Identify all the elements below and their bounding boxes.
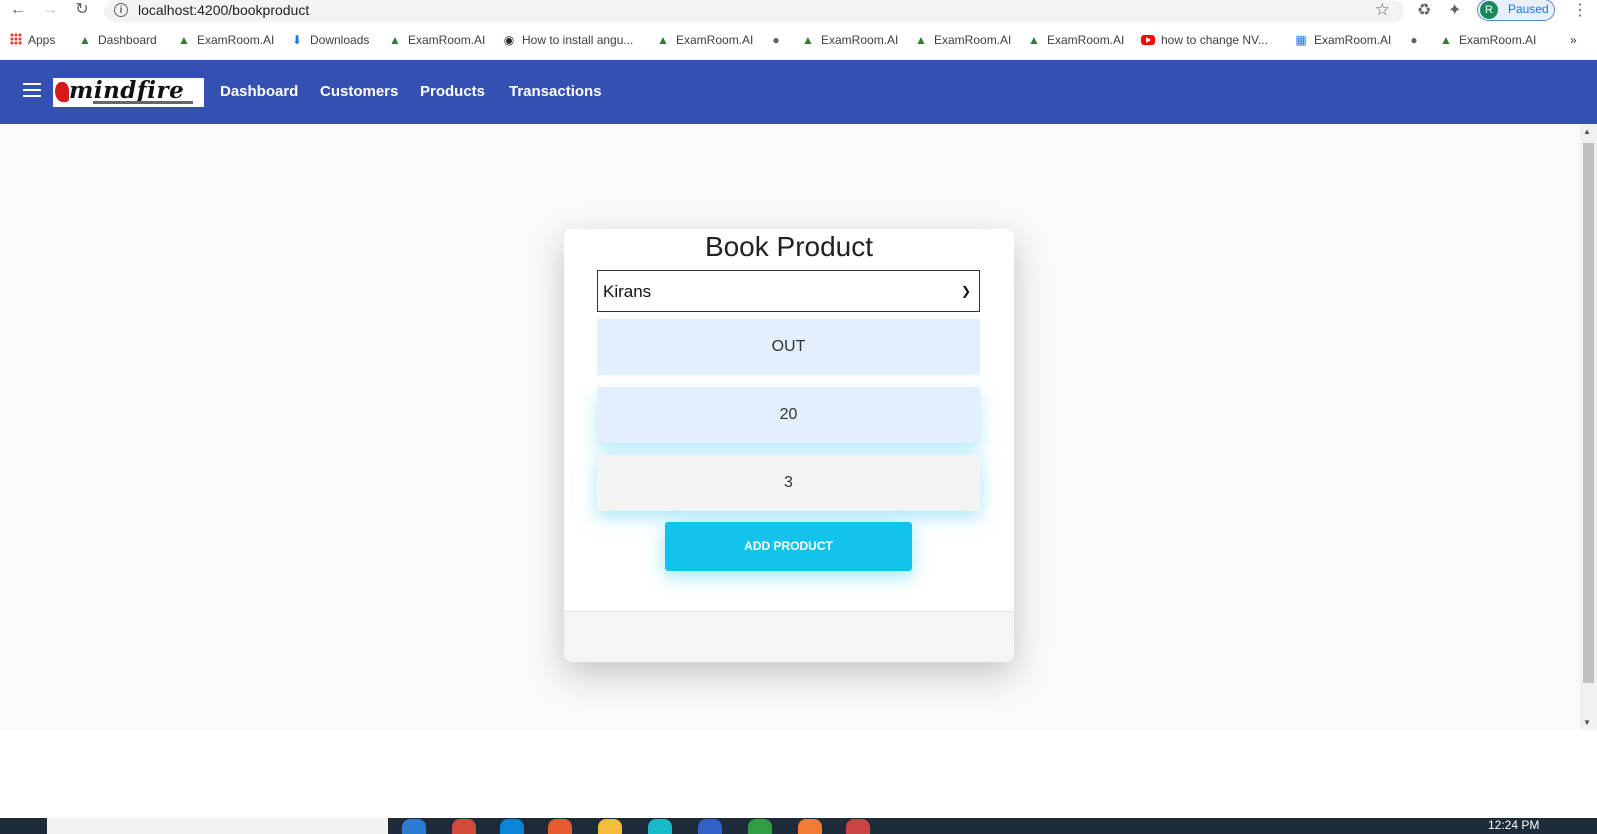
app-icon[interactable] <box>548 819 572 834</box>
youtube-icon <box>1141 35 1155 45</box>
chrome-icon[interactable] <box>452 819 476 834</box>
scroll-up-arrow-icon[interactable]: ▲ <box>1583 127 1591 136</box>
bookmark-apps[interactable]: Apps <box>10 33 55 47</box>
examroom-icon: ▦ <box>1295 33 1307 47</box>
nav-link-transactions[interactable]: Transactions <box>509 83 602 100</box>
taskbar-search-box[interactable] <box>47 818 388 834</box>
info-icon[interactable]: i <box>114 3 128 17</box>
app-icon[interactable] <box>698 819 722 834</box>
recycle-icon[interactable]: ♻ <box>1417 0 1431 20</box>
bookmark-downloads[interactable]: ⬇ Downloads <box>290 33 369 47</box>
nav-link-products[interactable]: Products <box>420 83 485 100</box>
bookmark-examroom[interactable]: ▲ ExamRoom.AI <box>388 33 485 47</box>
add-product-button[interactable]: ADD PRODUCT <box>665 522 912 571</box>
scrollbar-thumb[interactable] <box>1583 143 1594 683</box>
mindfire-logo[interactable]: mindfire <box>53 78 204 107</box>
app-icon[interactable] <box>798 819 822 834</box>
examroom-icon: ▲ <box>79 33 91 47</box>
globe-icon: ● <box>1410 33 1418 47</box>
bookmark-examroom[interactable]: ▲ ExamRoom.AI <box>1439 33 1536 47</box>
profile-status: Paused <box>1508 2 1549 16</box>
avatar: R <box>1480 1 1498 19</box>
address-bar-row: ← → ↻ i localhost:4200/bookproduct ☆ ♻ ✦… <box>0 0 1597 22</box>
nav-link-dashboard[interactable]: Dashboard <box>220 83 298 100</box>
card-footer <box>564 611 1014 662</box>
download-icon: ⬇ <box>291 33 303 47</box>
vscode-icon[interactable] <box>402 819 426 834</box>
bookmark-examroom[interactable]: ▲ ExamRoom.AI <box>177 33 274 47</box>
flame-icon <box>55 82 69 102</box>
folder-icon[interactable] <box>598 819 622 834</box>
bookmark-dashboard[interactable]: ▲ Dashboard <box>78 33 157 47</box>
omnibox[interactable]: i localhost:4200/bookproduct ☆ <box>104 0 1404 22</box>
bookmark-star-icon[interactable]: ☆ <box>1375 0 1390 20</box>
chevron-down-icon: ❯ <box>960 284 971 298</box>
scroll-down-arrow-icon[interactable]: ▼ <box>1583 718 1591 727</box>
reload-icon[interactable]: ↻ <box>72 0 92 20</box>
examroom-icon: ▲ <box>802 33 814 47</box>
book-product-card: Book Product Kirans ❯ OUT 20 3 ADD PRODU… <box>564 229 1014 662</box>
extensions-puzzle-icon[interactable]: ✦ <box>1448 0 1461 20</box>
app-navbar: mindfire Dashboard Customers Products Tr… <box>0 60 1597 124</box>
edge-icon[interactable] <box>648 819 672 834</box>
bookmark-globe[interactable]: ● <box>769 33 789 47</box>
globe-icon: ● <box>772 33 780 47</box>
windows-taskbar: 12:24 PM <box>0 818 1597 834</box>
bookmark-examroom[interactable]: ▲ ExamRoom.AI <box>801 33 898 47</box>
nav-link-customers[interactable]: Customers <box>320 83 398 100</box>
bookmark-install-angular[interactable]: ◉ How to install angu... <box>502 33 634 47</box>
hamburger-menu-icon[interactable] <box>23 83 41 97</box>
logo-text: mindfire <box>69 77 185 104</box>
quantity-field[interactable]: 20 <box>597 387 980 443</box>
menu-kebab-icon[interactable]: ⋮ <box>1572 0 1588 20</box>
skype-icon[interactable] <box>500 819 524 834</box>
examroom-icon: ▲ <box>178 33 190 47</box>
app-icon[interactable] <box>846 819 870 834</box>
bookmark-globe[interactable]: ● <box>1407 33 1427 47</box>
bookmarks-bar: Apps ▲ Dashboard ▲ ExamRoom.AI ⬇ Downloads … <box>0 30 1597 52</box>
bookmark-change-nvidia[interactable]: how to change NV... <box>1141 33 1268 47</box>
bookmark-examroom[interactable]: ▲ ExamRoom.AI <box>656 33 753 47</box>
value-field[interactable]: 3 <box>597 455 980 511</box>
profile-button[interactable]: R Paused <box>1477 0 1555 21</box>
url-text[interactable]: localhost:4200/bookproduct <box>138 2 309 18</box>
customer-select-value: Kirans <box>603 282 652 301</box>
customer-select[interactable]: Kirans ❯ <box>597 270 980 312</box>
examroom-icon: ▲ <box>657 33 669 47</box>
bookmark-examroom[interactable]: ▦ ExamRoom.AI <box>1294 33 1391 47</box>
github-icon: ◉ <box>503 33 515 47</box>
examroom-icon: ▲ <box>915 33 927 47</box>
taskbar-clock[interactable]: 12:24 PM <box>1488 818 1539 832</box>
bookmark-examroom[interactable]: ▲ ExamRoom.AI <box>1027 33 1124 47</box>
examroom-icon: ▲ <box>389 33 401 47</box>
examroom-icon: ▲ <box>1440 33 1452 47</box>
apps-grid-icon <box>10 33 22 45</box>
app-icon[interactable] <box>748 819 772 834</box>
bookmarks-overflow[interactable]: » <box>1570 33 1577 47</box>
back-arrow-icon[interactable]: ← <box>8 0 28 20</box>
bookmark-examroom[interactable]: ▲ ExamRoom.AI <box>914 33 1011 47</box>
logo-tagline-bar <box>93 101 193 104</box>
examroom-icon: ▲ <box>1028 33 1040 47</box>
browser-chrome: ← → ↻ i localhost:4200/bookproduct ☆ ♻ ✦… <box>0 0 1597 60</box>
card-title: Book Product <box>704 231 874 262</box>
transaction-type-field[interactable]: OUT <box>597 319 980 375</box>
forward-arrow-icon[interactable]: → <box>40 0 60 20</box>
